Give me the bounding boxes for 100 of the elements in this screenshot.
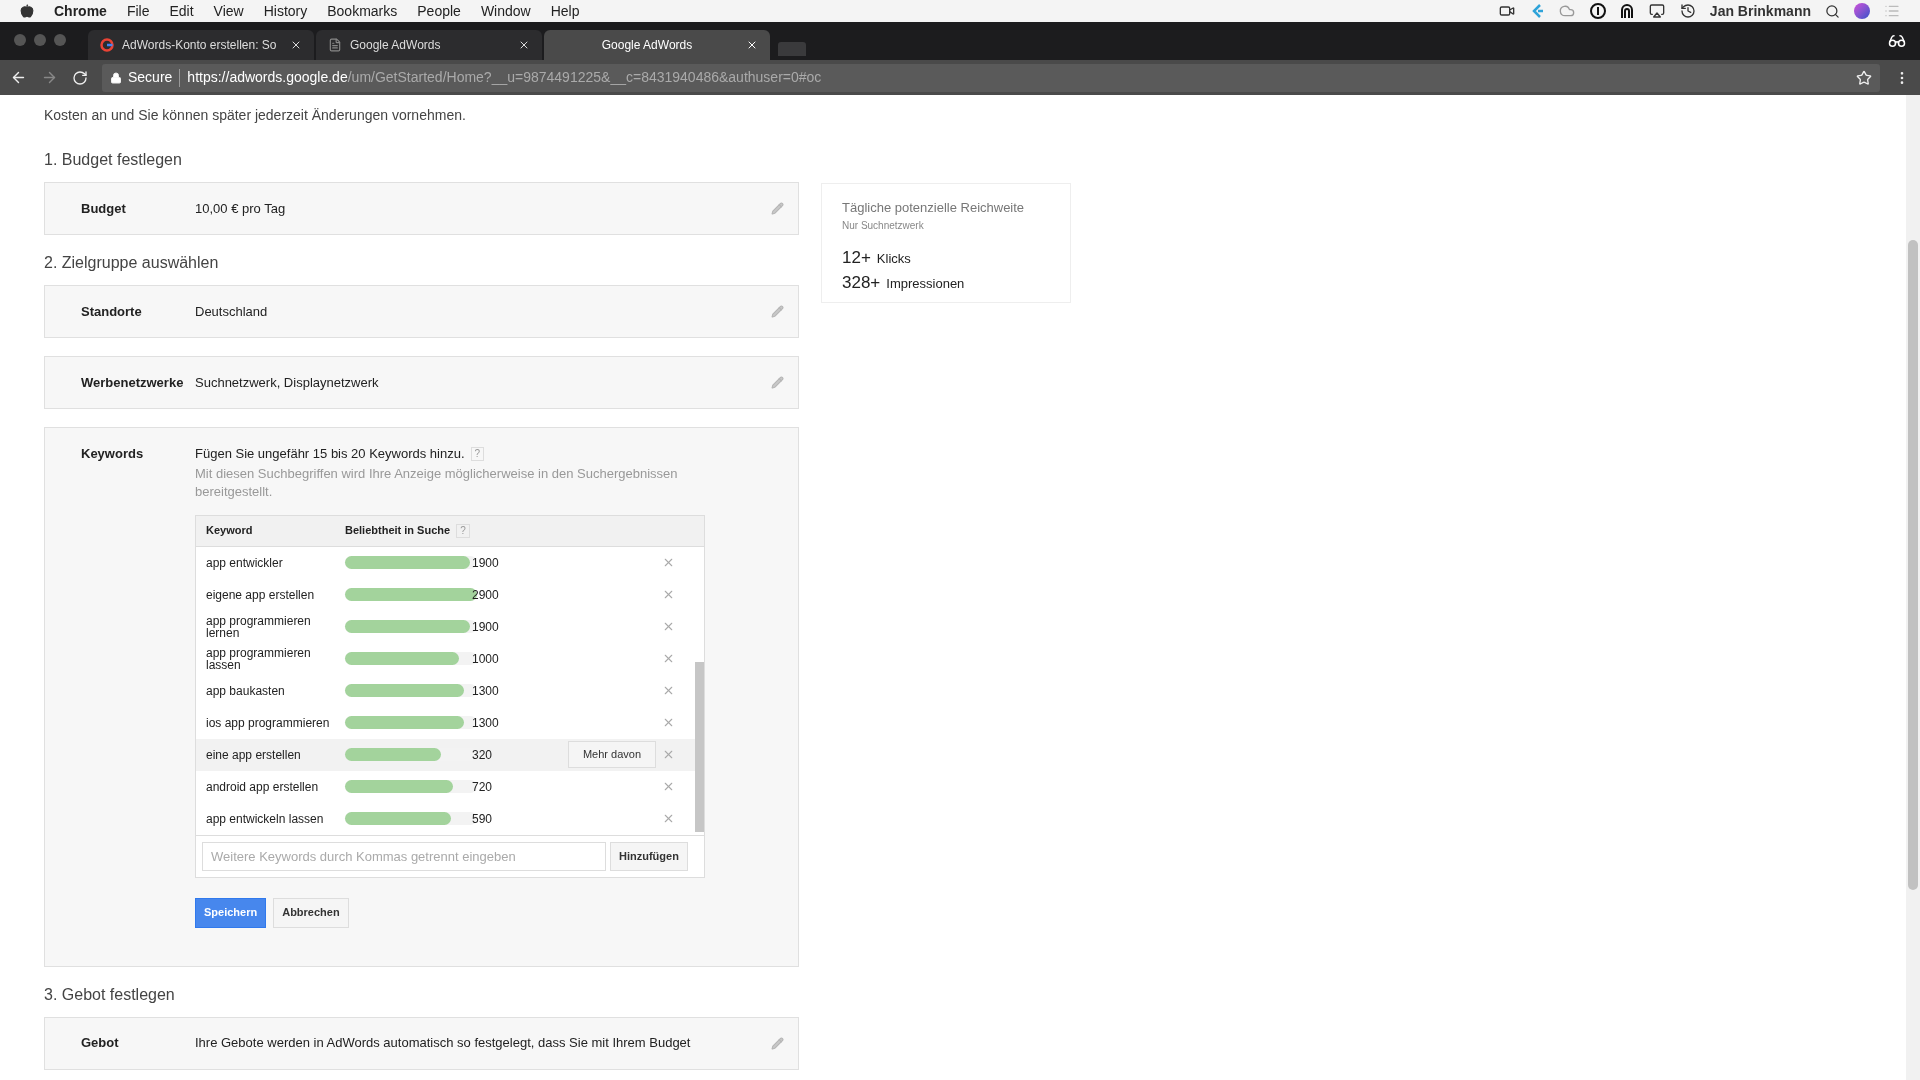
keyword-text: ios app programmieren xyxy=(206,716,331,729)
keyword-text: eine app erstellen xyxy=(206,748,302,761)
close-icon[interactable] xyxy=(518,39,530,51)
edit-icon[interactable] xyxy=(771,305,784,318)
search-count: 320 xyxy=(472,746,494,764)
menu-item[interactable]: Edit xyxy=(169,0,194,22)
tab-title: Google AdWords xyxy=(600,37,694,54)
add-button[interactable]: Hinzufügen xyxy=(610,841,688,871)
search-count: 1300 xyxy=(472,682,500,700)
column-header: Beliebtheit in Suche xyxy=(345,523,451,539)
stat-label: Impressionen xyxy=(886,275,965,293)
keyword-text: app programmieren lassen xyxy=(206,646,312,671)
address-bar[interactable]: Secure https://adwords.google.de/um/GetStarted/Home?__u=9874491225&__c=8431940486&authuser=0#oc xyxy=(102,63,1880,92)
remove-icon[interactable] xyxy=(662,652,675,665)
search-count: 1900 xyxy=(472,618,500,636)
cancel-button[interactable]: Abbrechen xyxy=(273,897,349,928)
keyword-text: app baukasten xyxy=(206,684,286,697)
url-text: https://adwords.google.de/um/GetStarted/Home?__u=9874491225&__c=8431940486&authuser=0#oc xyxy=(187,68,822,87)
cloud-icon[interactable] xyxy=(1557,3,1576,19)
menu-item[interactable]: Window xyxy=(480,0,531,22)
forward-icon[interactable] xyxy=(41,69,58,86)
setting-value: Deutschland xyxy=(195,302,269,321)
description-text: Mit diesen Suchbegriffen wird Ihre Anzeige möglicherweise in den Suchergebnissen bereitgestellt. xyxy=(195,464,679,501)
keyword-text: app entwickeln lassen xyxy=(206,812,325,825)
setting-value: Suchnetzwerk, Displaynetzwerk xyxy=(195,373,380,392)
page-icon xyxy=(328,38,342,52)
reach-subtitle: Nur Suchnetzwerk xyxy=(842,218,925,233)
menu-item[interactable]: People xyxy=(417,0,461,22)
airplay-icon[interactable] xyxy=(1647,3,1666,19)
browser-tab[interactable]: AdWords-Konto erstellen: So xyxy=(88,30,314,60)
search-icon[interactable] xyxy=(1825,3,1840,19)
remove-icon[interactable] xyxy=(662,780,675,793)
close-icon[interactable] xyxy=(746,39,758,51)
assistant-icon[interactable] xyxy=(1854,3,1870,19)
setting-label: Werbenetzwerke xyxy=(81,373,185,392)
remove-icon[interactable] xyxy=(662,748,675,761)
menu-item[interactable]: File xyxy=(126,0,150,22)
column-header: Keyword xyxy=(206,523,254,539)
tab-title: Google AdWords xyxy=(350,37,442,54)
edit-icon[interactable] xyxy=(771,1036,784,1050)
reach-title: Tägliche potenzielle Reichweite xyxy=(842,199,1026,217)
search-count: 590 xyxy=(472,810,494,828)
scrollbar-thumb[interactable] xyxy=(695,661,704,832)
section-heading: 1. Budget festlegen xyxy=(44,150,183,170)
bookmark-icon[interactable] xyxy=(1856,69,1872,86)
stat-value: 12+ xyxy=(842,246,871,269)
remove-icon[interactable] xyxy=(662,716,675,729)
edit-icon[interactable] xyxy=(771,376,784,389)
setting-label: Standorte xyxy=(81,302,143,321)
search-count: 1000 xyxy=(472,650,500,668)
save-button[interactable]: Speichern xyxy=(195,897,267,928)
close-icon[interactable] xyxy=(290,39,302,51)
intro-text: Kosten an und Sie können später jederzeit Änderungen vornehmen. xyxy=(44,106,467,125)
remove-icon[interactable] xyxy=(662,812,675,825)
menu-icon[interactable] xyxy=(1884,3,1900,19)
setting-label: Keywords xyxy=(81,445,145,463)
menu-item[interactable]: Bookmarks xyxy=(327,0,398,22)
menu-item[interactable]: History xyxy=(263,0,308,22)
keyword-input[interactable]: Weitere Keywords durch Kommas getrennt eingeben xyxy=(202,841,606,871)
keyword-text: android app erstellen xyxy=(206,780,320,793)
back-icon[interactable] xyxy=(10,69,27,86)
more-like-this-button[interactable]: Mehr davon xyxy=(567,741,656,768)
search-count: 2900 xyxy=(472,586,500,604)
search-count: 1300 xyxy=(472,714,500,732)
remove-icon[interactable] xyxy=(662,588,675,601)
apple-icon[interactable] xyxy=(20,4,34,18)
user-name[interactable]: Jan Brinkmann xyxy=(1709,0,1811,22)
menu-item[interactable]: View xyxy=(213,0,244,22)
camera-icon[interactable] xyxy=(1497,3,1516,19)
arch-icon[interactable] xyxy=(1619,3,1634,19)
lock-icon xyxy=(110,71,122,84)
search-count: 720 xyxy=(472,778,494,796)
setting-label: Gebot xyxy=(81,1034,120,1053)
keyword-text: app programmieren lernen xyxy=(206,614,312,639)
search-count: 1900 xyxy=(472,554,500,572)
instruction-text: Fügen Sie ungefähr 15 bis 20 Keywords hinzu. xyxy=(195,445,465,463)
stat-value: 328+ xyxy=(842,272,881,294)
remove-icon[interactable] xyxy=(662,684,675,697)
setting-value: Ihre Gebote werden in AdWords automatisch so festgelegt, dass Sie mit Ihrem Budget xyxy=(195,1034,692,1053)
incognito-icon[interactable] xyxy=(1888,32,1906,50)
browser-tab[interactable]: Google AdWords xyxy=(316,30,542,60)
remove-icon[interactable] xyxy=(662,620,675,633)
scrollbar[interactable] xyxy=(1906,95,1920,1080)
section-heading: 2. Zielgruppe auswählen xyxy=(44,253,220,273)
tab-title: AdWords-Konto erstellen: So xyxy=(122,37,278,54)
setting-value: 10,00 € pro Tag xyxy=(195,199,287,218)
stat-label: Klicks xyxy=(876,249,911,268)
app-menu[interactable]: Chrome xyxy=(54,0,107,22)
reload-icon[interactable] xyxy=(72,69,88,86)
setting-label: Budget xyxy=(81,199,127,218)
history-icon[interactable] xyxy=(1679,3,1696,19)
edit-icon[interactable] xyxy=(771,202,784,215)
keyword-text: eigene app erstellen xyxy=(206,588,316,601)
secure-label: Secure xyxy=(128,68,173,87)
remove-icon[interactable] xyxy=(662,556,675,569)
section-heading: 3. Gebot festlegen xyxy=(44,984,176,1005)
browser-tab[interactable]: Google AdWords xyxy=(544,30,770,60)
menu-item[interactable]: Help xyxy=(550,0,580,22)
google-icon xyxy=(100,38,114,52)
keyword-text: app entwickler xyxy=(206,556,284,569)
